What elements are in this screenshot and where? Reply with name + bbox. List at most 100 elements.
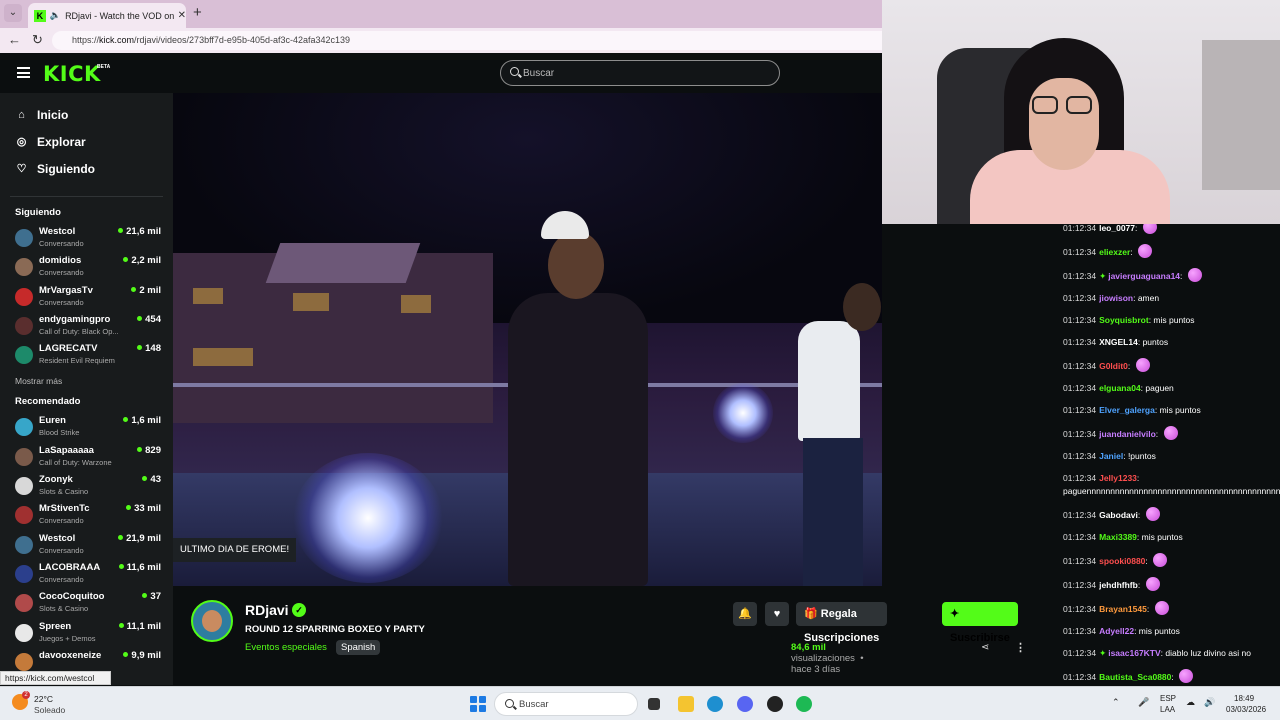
- chat-username[interactable]: Adyell22: [1099, 626, 1134, 636]
- volume-icon[interactable]: 🔊: [1204, 697, 1215, 708]
- chat-username[interactable]: javierguaguana14: [1108, 271, 1180, 281]
- kick-favicon-icon: K: [34, 9, 46, 22]
- channel-name[interactable]: RDjavi: [245, 602, 289, 618]
- channel-row[interactable]: LAGRECATV Resident Evil Requiem 148: [0, 341, 173, 370]
- nav-item-siguiendo[interactable]: ♡ Siguiendo: [0, 155, 173, 182]
- taskbar-search[interactable]: Buscar: [494, 692, 638, 716]
- taskbar-search-placeholder: Buscar: [519, 699, 549, 710]
- channel-avatar[interactable]: [191, 600, 233, 642]
- channel-name: MrVargasTv: [39, 284, 93, 296]
- chat-text: mis puntos: [1159, 405, 1201, 415]
- chat-username[interactable]: juandanielvilo: [1099, 429, 1156, 439]
- beta-badge: BETA: [97, 64, 111, 70]
- webcam-glasses-left: [1032, 96, 1058, 114]
- chat-username[interactable]: Bautista_Sca0880: [1099, 672, 1171, 682]
- follow-heart-icon[interactable]: ♥: [765, 602, 789, 626]
- chat-username[interactable]: eliexzer: [1099, 247, 1130, 257]
- language-tag[interactable]: Spanish: [336, 640, 381, 655]
- obs-icon[interactable]: [767, 696, 783, 712]
- browser-tab-bar: ⌄ K 🔈 RDjavi - Watch the VOD on Kick ✕ +: [0, 0, 882, 28]
- chat-username[interactable]: Maxi3389: [1099, 532, 1137, 542]
- channel-row[interactable]: Spreen Juegos + Demos 11,1 mil: [0, 619, 173, 648]
- file-explorer-icon[interactable]: [678, 696, 694, 712]
- chat-username[interactable]: jiowison: [1099, 293, 1133, 303]
- notification-bell-icon[interactable]: 🔔: [733, 602, 757, 626]
- subscribe-button[interactable]: ✦ Suscribirse: [942, 602, 1018, 644]
- speaker-icon[interactable]: 🔈: [50, 10, 61, 21]
- chat-username[interactable]: jehdhfhfb: [1099, 580, 1138, 590]
- weather-temp[interactable]: 22°C: [34, 694, 53, 704]
- heart-icon: ♡: [16, 163, 27, 175]
- gift-subs-button[interactable]: 🎁 Regala Suscripciones: [796, 602, 888, 644]
- close-tab-icon[interactable]: ✕: [178, 10, 186, 21]
- chat-message: 01:12:34 Gabodavi:: [1053, 503, 1280, 527]
- tab-list-button[interactable]: ⌄: [4, 4, 22, 22]
- clock-date[interactable]: 03/03/2026: [1226, 705, 1266, 714]
- chat-timestamp: 01:12:34: [1063, 648, 1097, 658]
- webcam-face: [1029, 78, 1099, 170]
- chat-username[interactable]: G0ldit0: [1099, 361, 1128, 371]
- chat-username[interactable]: leo_0077: [1099, 224, 1135, 233]
- channel-row[interactable]: LACOBRAAA Conversando 11,6 mil: [0, 560, 173, 589]
- network-icon[interactable]: ☁: [1186, 697, 1195, 708]
- chat-username[interactable]: Brayan1545: [1099, 604, 1147, 614]
- hamburger-menu-icon[interactable]: [17, 67, 30, 78]
- task-view-icon[interactable]: [648, 698, 660, 710]
- search-icon: [510, 67, 519, 76]
- kick-logo[interactable]: KICK: [43, 62, 101, 86]
- chat-username[interactable]: Jelly1233: [1099, 473, 1137, 483]
- channel-row[interactable]: MrVargasTv Conversando 2 mil: [0, 283, 173, 312]
- share-icon[interactable]: ⋖: [981, 642, 989, 653]
- show-more-link[interactable]: Mostrar más: [0, 376, 173, 386]
- video-player[interactable]: [173, 93, 882, 586]
- chat-username[interactable]: Janiel: [1099, 451, 1123, 461]
- microphone-icon[interactable]: 🎤: [1138, 697, 1149, 708]
- webcam-shelf: [1202, 40, 1280, 190]
- channel-row[interactable]: Euren Blood Strike 1,6 mil: [0, 413, 173, 442]
- input-language[interactable]: ESP: [1160, 694, 1176, 703]
- channel-row[interactable]: Westcol Conversando 21,6 mil: [0, 224, 173, 253]
- chat-message: 01:12:34 Bautista_Sca0880:: [1053, 665, 1280, 685]
- chat-text: mis puntos: [1153, 315, 1195, 325]
- edge-icon[interactable]: [707, 696, 723, 712]
- chat-message: 01:12:34 Adyell22: mis puntos: [1063, 626, 1180, 636]
- browser-tab[interactable]: K 🔈 RDjavi - Watch the VOD on Kick ✕: [28, 3, 186, 28]
- more-options-icon[interactable]: ⋮: [1015, 641, 1026, 654]
- chat-username[interactable]: XNGEL14: [1099, 337, 1138, 347]
- chat-username[interactable]: Soyquisbrot: [1099, 315, 1149, 325]
- windows-start-icon[interactable]: [470, 696, 486, 712]
- channel-row[interactable]: Zoonyk Slots & Casino 43: [0, 472, 173, 501]
- new-tab-button[interactable]: +: [193, 4, 202, 21]
- tray-chevron-icon[interactable]: ⌃: [1112, 697, 1120, 708]
- chat-username[interactable]: spooki0880: [1099, 556, 1145, 566]
- chat-username[interactable]: Gabodavi: [1099, 510, 1138, 520]
- emote-icon: [1179, 669, 1194, 683]
- chat-message: 01:12:34 elguana04: paguen: [1063, 383, 1174, 393]
- viewer-count: 33 mil: [126, 503, 161, 514]
- spotify-icon[interactable]: [796, 696, 812, 712]
- url-field[interactable]: https://kick.com/rdjavi/videos/273bff7d-…: [52, 31, 882, 50]
- channel-row[interactable]: domidios Conversando 2,2 mil: [0, 253, 173, 282]
- chat-username[interactable]: Elver_galerga: [1099, 405, 1155, 415]
- reload-icon[interactable]: ↻: [32, 32, 43, 48]
- back-arrow-icon[interactable]: ←: [8, 32, 21, 47]
- emote-icon: [1145, 577, 1160, 591]
- viewer-count: 37: [142, 591, 161, 602]
- nav-item-inicio[interactable]: ⌂ Inicio: [0, 101, 173, 128]
- chat-message: 01:12:34 Maxi3389: mis puntos: [1063, 532, 1183, 542]
- chat-username[interactable]: elguana04: [1099, 383, 1141, 393]
- chat-username[interactable]: isaac167KTV: [1108, 648, 1160, 658]
- input-layout[interactable]: LAA: [1160, 705, 1175, 714]
- discord-icon[interactable]: [737, 696, 753, 712]
- channel-row[interactable]: LaSapaaaaa Call of Duty: Warzone 829: [0, 443, 173, 472]
- category-link[interactable]: Eventos especiales: [245, 642, 327, 653]
- channel-row[interactable]: endygamingpro Call of Duty: Black Op... 45…: [0, 312, 173, 341]
- search-input[interactable]: Buscar: [500, 60, 780, 86]
- nav-item-explorar[interactable]: ◎ Explorar: [0, 128, 173, 155]
- channel-row[interactable]: Westcol Conversando 21,9 mil: [0, 531, 173, 560]
- channel-name: endygamingpro: [39, 313, 111, 325]
- clock-time[interactable]: 18:49: [1234, 694, 1254, 703]
- channel-row[interactable]: MrStivenTc Conversando 33 mil: [0, 501, 173, 530]
- weather-desc[interactable]: Soleado: [34, 705, 65, 715]
- channel-row[interactable]: CocoCoquitoo Slots & Casino 37: [0, 589, 173, 618]
